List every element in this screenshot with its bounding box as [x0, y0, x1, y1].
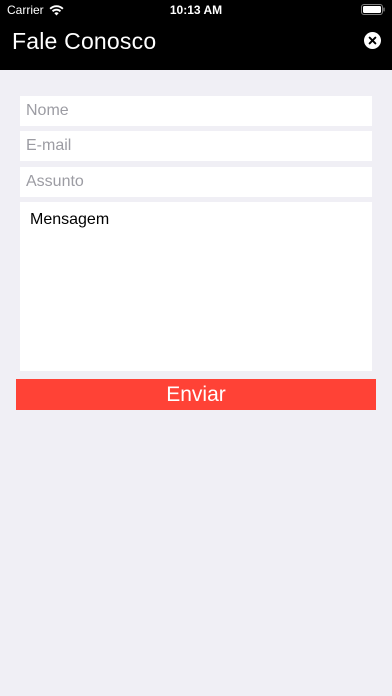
name-field[interactable]	[20, 96, 372, 126]
battery-icon	[361, 4, 385, 15]
subject-field[interactable]	[20, 167, 372, 197]
status-bar: Carrier 10:13 AM	[0, 0, 392, 20]
contact-screen: Carrier 10:13 AM Fale Conosco Nome E-mai…	[0, 0, 392, 696]
close-icon	[368, 36, 377, 45]
header: Carrier 10:13 AM Fale Conosco	[0, 0, 392, 70]
email-field[interactable]	[20, 131, 372, 161]
message-field[interactable]: Mensagem	[20, 202, 372, 371]
send-button[interactable]: Enviar	[16, 379, 376, 410]
close-button[interactable]	[364, 32, 381, 49]
clock: 10:13 AM	[169, 3, 223, 17]
page-title: Fale Conosco	[12, 28, 157, 54]
